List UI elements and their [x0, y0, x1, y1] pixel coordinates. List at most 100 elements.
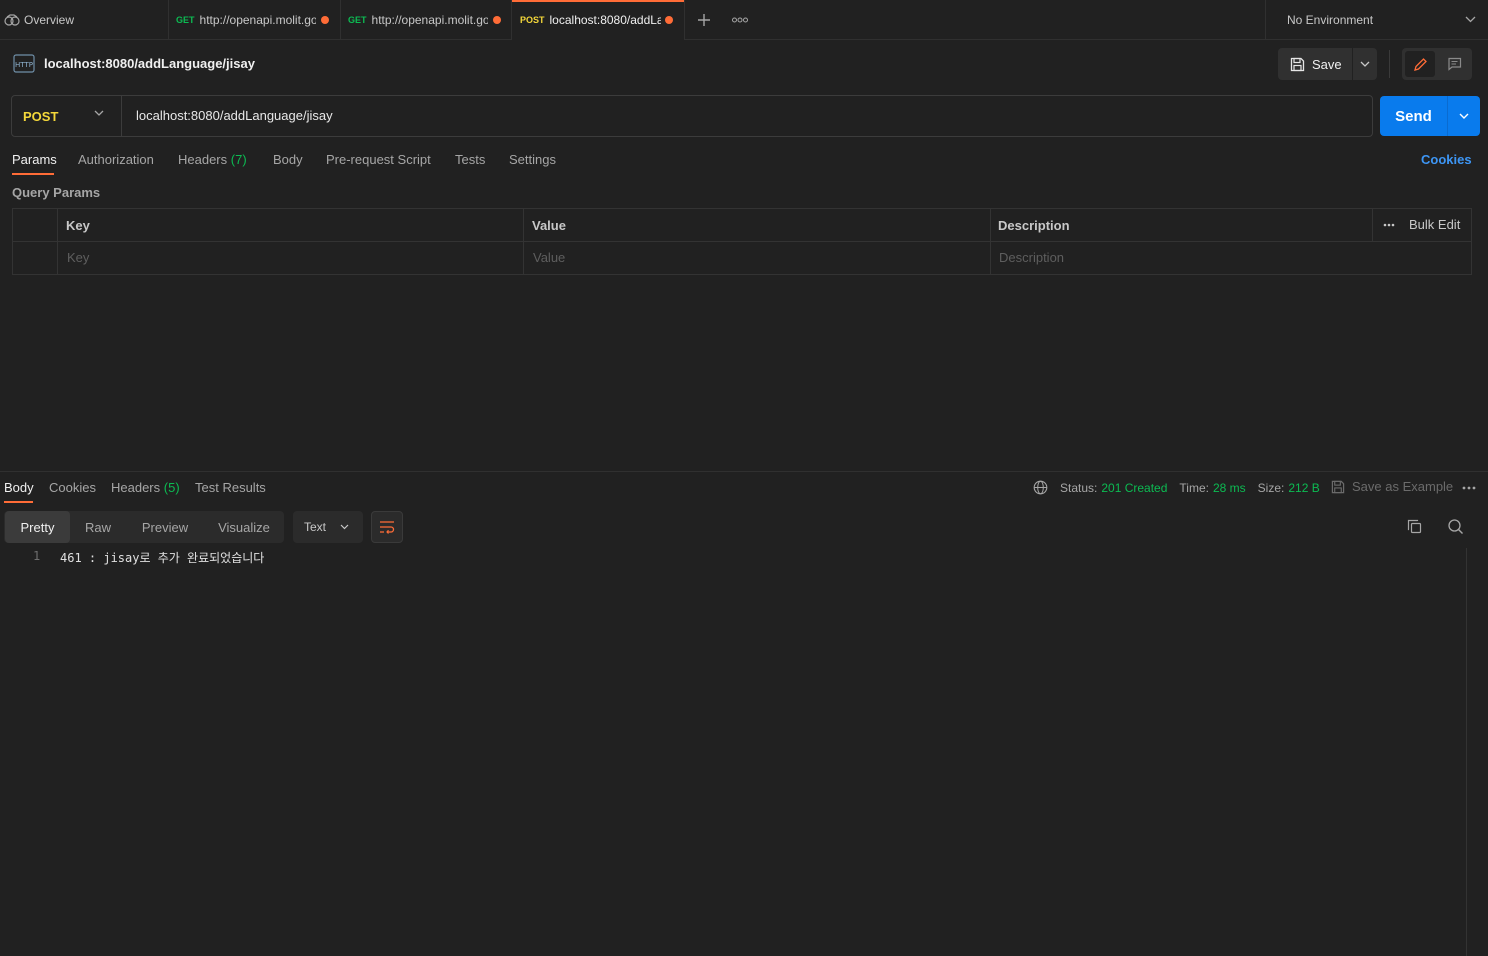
tab-url: http://openapi.molit.go: [371, 13, 488, 27]
tab-method: GET: [176, 15, 195, 25]
tab-settings[interactable]: Settings: [509, 152, 556, 167]
save-button[interactable]: Save: [1278, 48, 1352, 80]
tab-request-1[interactable]: GET http://openapi.molit.go: [176, 0, 316, 40]
more-options-icon[interactable]: [1383, 223, 1395, 227]
format-value: Text: [304, 520, 327, 534]
save-as-example-button[interactable]: Save as Example: [1331, 479, 1453, 494]
send-button-group: Send: [1380, 96, 1480, 136]
svg-text:HTTP: HTTP: [15, 61, 33, 69]
column-header-value: Value: [532, 218, 566, 233]
response-meta: Status: 201 Created Time: 28 ms Size: 21…: [1033, 480, 1320, 495]
table-divider: [1372, 208, 1373, 241]
active-tab-indicator: [512, 0, 684, 2]
column-header-description: Description: [998, 218, 1070, 233]
send-options-chevron-down-icon[interactable]: [1447, 96, 1480, 136]
status-label: Status:: [1060, 480, 1098, 495]
tab-headers[interactable]: Headers (7): [178, 152, 247, 167]
response-body-line: 461 : jisay로 추가 완료되었습니다: [60, 551, 265, 565]
response-tab-body[interactable]: Body: [4, 480, 34, 495]
unsaved-dot-icon: [321, 16, 329, 24]
value-input[interactable]: Value: [533, 250, 565, 265]
request-title[interactable]: localhost:8080/addLanguage/jisay: [44, 56, 255, 71]
unsaved-dot-icon: [665, 16, 673, 24]
table-divider: [990, 208, 991, 275]
method-select[interactable]: POST: [12, 96, 122, 136]
comment-icon[interactable]: [1439, 51, 1469, 77]
more-tabs-icon[interactable]: [732, 17, 748, 23]
scrollbar[interactable]: [1466, 548, 1467, 956]
tab-overview[interactable]: Overview: [4, 0, 164, 40]
wrap-lines-icon[interactable]: [371, 511, 403, 543]
response-tab-test-results[interactable]: Test Results: [195, 480, 266, 495]
headers-count: (7): [230, 152, 247, 167]
save-button-group: Save: [1278, 48, 1377, 80]
bulk-edit-button[interactable]: Bulk Edit: [1383, 217, 1460, 232]
edit-pencil-icon[interactable]: [1405, 51, 1435, 77]
save-icon: [1331, 480, 1345, 494]
tab-request-2[interactable]: GET http://openapi.molit.go: [348, 0, 488, 40]
save-as-example-label: Save as Example: [1352, 479, 1454, 494]
save-icon: [1290, 57, 1305, 72]
response-tab-headers-label: Headers: [111, 480, 161, 495]
tab-method: GET: [348, 15, 367, 25]
response-tab-headers[interactable]: Headers (5): [111, 480, 180, 495]
toolbar-divider: [1389, 50, 1390, 78]
http-request-icon: HTTP: [11, 52, 37, 76]
copy-icon[interactable]: [1406, 518, 1423, 535]
cookies-link[interactable]: Cookies: [1421, 152, 1472, 167]
tab-request-3-active[interactable]: POST localhost:8080/addLa: [512, 0, 684, 40]
chevron-down-icon[interactable]: [1465, 16, 1476, 23]
view-preview-button[interactable]: Preview: [130, 511, 200, 543]
environment-select[interactable]: No Environment: [1265, 0, 1488, 40]
table-divider: [12, 241, 1472, 242]
tab-tests[interactable]: Tests: [455, 152, 485, 167]
response-headers-count: (5): [163, 480, 180, 495]
size-label: Size:: [1257, 480, 1285, 495]
bulk-edit-label: Bulk Edit: [1409, 217, 1461, 232]
response-tab-cookies[interactable]: Cookies: [49, 480, 96, 495]
unsaved-dot-icon: [493, 16, 501, 24]
description-input[interactable]: Description: [999, 250, 1064, 265]
table-divider: [57, 208, 58, 275]
tab-url: localhost:8080/addLa: [549, 13, 661, 27]
tab-params[interactable]: Params: [12, 152, 57, 167]
globe-icon[interactable]: [1033, 480, 1048, 495]
more-options-icon[interactable]: [1462, 486, 1476, 490]
time-label: Time:: [1179, 480, 1209, 495]
tab-headers-label: Headers: [178, 152, 228, 167]
time-value[interactable]: 28 ms: [1213, 481, 1246, 495]
tab-authorization[interactable]: Authorization: [78, 152, 154, 167]
line-number: 1: [33, 549, 41, 563]
tab-pre-request-script[interactable]: Pre-request Script: [326, 152, 431, 167]
method-value: POST: [23, 108, 59, 124]
view-visualize-button[interactable]: Visualize: [208, 511, 280, 543]
active-tab-indicator: [4, 501, 33, 503]
query-params-title: Query Params: [12, 185, 101, 200]
view-raw-button[interactable]: Raw: [74, 511, 122, 543]
status-value[interactable]: 201 Created: [1101, 481, 1167, 495]
tab-divider: [684, 0, 685, 40]
tab-overview-label: Overview: [24, 13, 75, 27]
view-pretty-button[interactable]: Pretty: [5, 511, 70, 543]
save-label: Save: [1312, 56, 1342, 72]
format-select[interactable]: Text: [293, 511, 363, 543]
size-value[interactable]: 212 B: [1288, 481, 1319, 495]
send-button[interactable]: Send: [1380, 108, 1447, 125]
new-tab-plus-icon[interactable]: [697, 13, 711, 27]
url-input[interactable]: localhost:8080/addLanguage/jisay: [136, 108, 333, 123]
table-divider: [523, 208, 524, 275]
save-options-chevron-down-icon[interactable]: [1352, 48, 1377, 80]
pane-resize-handle[interactable]: [0, 471, 1488, 472]
tab-body[interactable]: Body: [273, 152, 303, 167]
column-header-key: Key: [66, 218, 90, 233]
active-tab-indicator: [12, 173, 54, 175]
search-icon[interactable]: [1447, 518, 1464, 535]
overview-icon: [4, 14, 20, 26]
environment-label: No Environment: [1287, 13, 1374, 27]
key-input[interactable]: Key: [67, 250, 89, 265]
tab-divider: [168, 0, 169, 40]
method-chevron-down-icon[interactable]: [94, 110, 104, 116]
tab-method: POST: [520, 15, 545, 25]
chevron-down-icon: [340, 524, 349, 530]
tab-url: http://openapi.molit.go: [199, 13, 316, 27]
